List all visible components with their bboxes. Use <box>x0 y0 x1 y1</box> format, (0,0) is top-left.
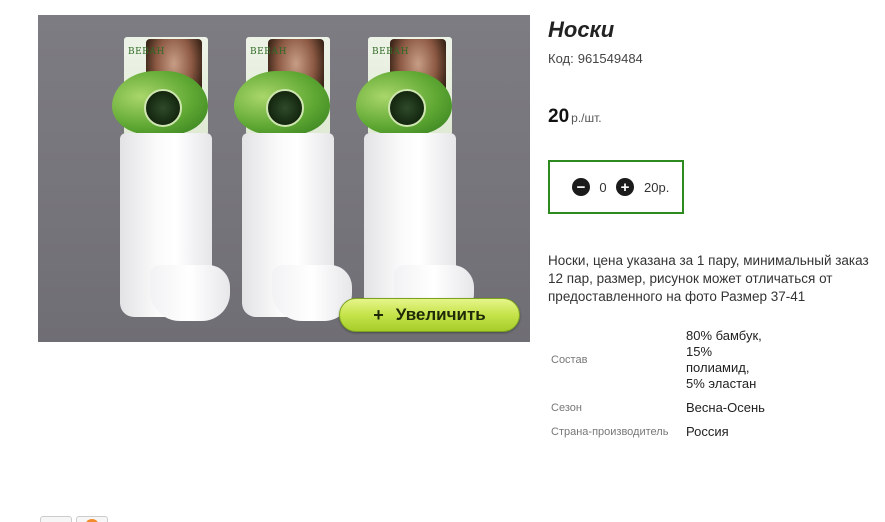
share-button[interactable] <box>76 516 108 522</box>
property-key: Сезон <box>551 402 582 414</box>
properties-table: Состав 80% бамбук, 15% полиамид, 5% элас… <box>548 328 878 448</box>
product-title: Носки <box>548 17 615 42</box>
pack-brand: ВЕВАН <box>250 47 287 57</box>
share-buttons <box>40 516 108 522</box>
plus-icon: + <box>373 304 384 325</box>
quantity-value[interactable]: 0 <box>590 180 616 195</box>
property-row: Состав 80% бамбук, 15% полиамид, 5% элас… <box>548 328 878 392</box>
property-value: Россия <box>686 424 729 439</box>
bamboo-badge <box>266 89 304 127</box>
sock-foot <box>150 265 230 321</box>
zoom-button-label: Увеличить <box>395 305 486 324</box>
price-value: 20 <box>548 106 570 127</box>
zoom-button[interactable]: + Увеличить <box>339 298 520 332</box>
sock-pack-image: ВЕВАН <box>356 37 474 333</box>
sku-value: 961549484 <box>577 51 643 66</box>
pack-brand: ВЕВАН <box>372 47 409 57</box>
product-description: Носки, цена указана за 1 пару, минимальн… <box>548 253 869 304</box>
sock-pack-image: ВЕВАН <box>234 37 352 333</box>
product-price: 20 р./шт. <box>548 106 602 128</box>
quantity-stepper: − 0 + 20р. <box>548 160 684 214</box>
minus-icon[interactable]: − <box>572 178 590 196</box>
bamboo-badge <box>388 89 426 127</box>
property-value: Весна-Осень <box>686 400 765 415</box>
property-row: Сезон Весна-Осень <box>548 400 878 416</box>
plus-icon[interactable]: + <box>616 178 634 196</box>
price-unit: р./шт. <box>571 111 602 125</box>
share-button[interactable] <box>40 516 72 522</box>
property-value: 80% бамбук, 15% полиамид, 5% эластан <box>686 328 762 391</box>
quantity-sum: 20р. <box>644 179 670 195</box>
pack-brand: ВЕВАН <box>128 47 165 57</box>
bamboo-badge <box>144 89 182 127</box>
property-key: Страна-производитель <box>551 426 669 438</box>
product-sku: Код: 961549484 <box>548 51 643 66</box>
product-photo[interactable]: ВЕВАН ВЕВАН ВЕВАН + Увеличить <box>38 15 530 342</box>
sock-pack-image: ВЕВАН <box>112 37 230 333</box>
sku-label: Код: <box>548 51 574 66</box>
property-row: Страна-производитель Россия <box>548 424 878 440</box>
property-key: Состав <box>551 354 588 366</box>
